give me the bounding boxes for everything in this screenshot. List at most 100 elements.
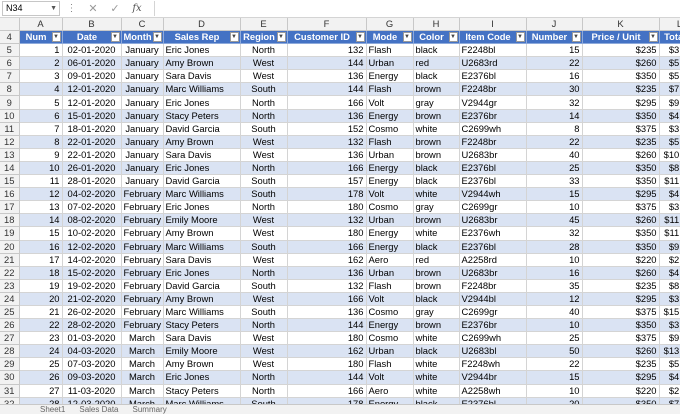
table-cell[interactable]: $295 [582, 95, 660, 110]
table-cell[interactable]: Amy Brown [163, 135, 241, 149]
table-cell[interactable]: 2 [19, 56, 63, 71]
table-cell[interactable]: West [240, 213, 288, 228]
table-cell[interactable]: David Garcia [163, 279, 241, 293]
column-header-c[interactable]: C [121, 18, 164, 31]
table-cell[interactable]: $295 [582, 187, 660, 202]
table-cell[interactable]: 16 [526, 266, 583, 280]
table-cell[interactable]: Flash [366, 357, 414, 372]
table-cell[interactable]: $350 [582, 318, 660, 333]
table-cell[interactable]: $2,200 [659, 253, 680, 267]
table-cell[interactable]: F2248br [459, 82, 527, 97]
table-cell[interactable]: 22 [526, 56, 583, 71]
table-cell[interactable]: Energy [366, 226, 414, 241]
table-cell[interactable]: 08-02-2020 [62, 213, 122, 228]
table-cell[interactable]: March [121, 331, 164, 346]
table-cell[interactable]: Stacy Peters [163, 318, 241, 333]
table-cell[interactable]: David Garcia [163, 174, 241, 189]
sheet-tab[interactable]: Sales Data [79, 405, 118, 414]
table-cell[interactable]: 22-01-2020 [62, 148, 122, 162]
table-cell[interactable]: $5,600 [659, 69, 680, 84]
table-cell[interactable]: $4,425 [659, 370, 680, 385]
table-cell[interactable]: Sara Davis [163, 331, 241, 346]
table-cell[interactable]: black [413, 344, 460, 359]
table-cell[interactable]: $4,425 [659, 187, 680, 202]
table-cell[interactable]: $4,160 [659, 266, 680, 280]
table-cell[interactable]: March [121, 370, 164, 385]
table-cell[interactable]: 180 [287, 200, 367, 215]
table-cell[interactable]: January [121, 122, 164, 136]
table-cell[interactable]: U2683br [459, 266, 527, 280]
table-cell[interactable]: white [413, 331, 460, 346]
column-header-j[interactable]: J [526, 18, 583, 31]
table-cell[interactable]: 12-01-2020 [62, 95, 122, 110]
sheet-tab[interactable]: Summary [133, 405, 167, 414]
column-header-e[interactable]: E [240, 18, 288, 31]
table-cell[interactable]: $15,000 [659, 305, 680, 320]
table-cell[interactable]: 152 [287, 122, 367, 136]
table-cell[interactable]: 26 [19, 370, 63, 385]
table-cell[interactable]: $260 [582, 56, 660, 71]
table-cell[interactable]: $260 [582, 344, 660, 359]
column-header-d[interactable]: D [163, 18, 241, 31]
row-header[interactable]: 25 [0, 305, 20, 320]
table-cell[interactable]: 136 [287, 109, 367, 123]
table-cell[interactable]: V2944br [459, 370, 527, 385]
table-cell[interactable]: Sara Davis [163, 148, 241, 162]
table-cell[interactable]: $3,750 [659, 200, 680, 215]
column-header-g[interactable]: G [366, 18, 414, 31]
filter-dropdown-icon[interactable]: ▼ [571, 32, 581, 42]
table-cell[interactable]: $5,170 [659, 135, 680, 149]
row-header[interactable]: 24 [0, 292, 20, 306]
table-cell[interactable]: 136 [287, 148, 367, 162]
row-header[interactable]: 9 [0, 95, 20, 110]
confirm-icon[interactable]: ✓ [104, 2, 126, 15]
table-cell[interactable]: Energy [366, 109, 414, 123]
table-cell[interactable]: $4,900 [659, 109, 680, 123]
table-cell[interactable]: $235 [582, 43, 660, 58]
table-cell[interactable]: January [121, 161, 164, 176]
table-cell[interactable]: brown [413, 148, 460, 162]
table-cell[interactable]: West [240, 344, 288, 359]
table-header-cell[interactable]: Color ▼ [413, 30, 460, 45]
row-header[interactable]: 30 [0, 370, 20, 385]
table-cell[interactable]: South [240, 305, 288, 320]
table-cell[interactable]: Eric Jones [163, 43, 241, 58]
table-cell[interactable]: Marc Williams [163, 305, 241, 320]
table-cell[interactable]: 21-02-2020 [62, 292, 122, 306]
table-cell[interactable]: 166 [287, 292, 367, 306]
table-cell[interactable]: North [240, 95, 288, 110]
table-cell[interactable]: West [240, 226, 288, 241]
table-cell[interactable]: brown [413, 109, 460, 123]
column-header-b[interactable]: B [62, 18, 122, 31]
table-cell[interactable]: $8,750 [659, 161, 680, 176]
table-cell[interactable]: $220 [582, 253, 660, 267]
table-cell[interactable]: U2683bl [459, 344, 527, 359]
table-cell[interactable]: U2683br [459, 148, 527, 162]
table-cell[interactable]: 06-01-2020 [62, 56, 122, 71]
table-cell[interactable]: brown [413, 266, 460, 280]
table-cell[interactable]: 144 [287, 318, 367, 333]
table-cell[interactable]: South [240, 82, 288, 97]
filter-dropdown-icon[interactable]: ▼ [51, 32, 61, 42]
table-cell[interactable]: F2248wh [459, 357, 527, 372]
table-cell[interactable]: 50 [526, 344, 583, 359]
table-cell[interactable]: $2,200 [659, 384, 680, 398]
table-cell[interactable]: red [413, 253, 460, 267]
table-cell[interactable]: West [240, 148, 288, 162]
table-cell[interactable]: 21 [19, 305, 63, 320]
table-cell[interactable]: black [413, 292, 460, 306]
table-cell[interactable]: $350 [582, 109, 660, 123]
table-cell[interactable]: Aero [366, 384, 414, 398]
table-cell[interactable]: black [413, 174, 460, 189]
table-cell[interactable]: West [240, 331, 288, 346]
table-cell[interactable]: 02-01-2020 [62, 43, 122, 58]
table-cell[interactable]: February [121, 200, 164, 215]
row-header[interactable]: 27 [0, 331, 20, 346]
table-cell[interactable]: V2944gr [459, 95, 527, 110]
table-cell[interactable]: 35 [526, 279, 583, 293]
table-cell[interactable]: 180 [287, 331, 367, 346]
table-cell[interactable]: 28-02-2020 [62, 318, 122, 333]
table-cell[interactable]: January [121, 82, 164, 97]
table-cell[interactable]: North [240, 109, 288, 123]
table-cell[interactable]: $295 [582, 370, 660, 385]
